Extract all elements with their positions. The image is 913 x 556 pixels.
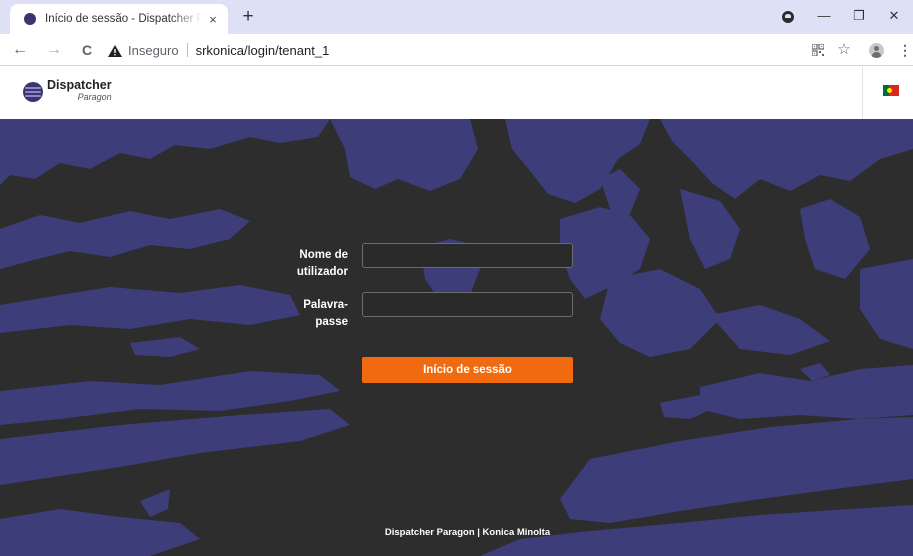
minimize-button[interactable]: —	[814, 6, 834, 26]
password-input[interactable]	[362, 292, 573, 317]
star-icon[interactable]: ☆	[834, 40, 854, 60]
browser-tab[interactable]: Início de sessão - Dispatcher Paragon ×	[10, 4, 228, 34]
login-button[interactable]: Início de sessão	[362, 357, 573, 383]
profile-menu-icon[interactable]	[782, 11, 794, 23]
reload-button[interactable]: C	[77, 40, 97, 60]
login-stage: Nome de utilizador Palavra-passe Início …	[0, 119, 913, 556]
browser-toolbar: ← → C Inseguro srkonica/login/tenant_1 ☆…	[0, 34, 913, 66]
security-label[interactable]: Inseguro	[128, 43, 179, 58]
more-icon[interactable]: ⋮	[898, 40, 912, 60]
address-bar[interactable]: Inseguro srkonica/login/tenant_1	[108, 39, 798, 61]
window-close-button[interactable]: ✕	[884, 6, 904, 26]
background-pattern	[0, 119, 913, 556]
browser-window: Início de sessão - Dispatcher Paragon × …	[0, 0, 913, 556]
profile-icon[interactable]	[869, 43, 884, 58]
dispatcher-paragon-logo[interactable]: Dispatcher Paragon	[23, 78, 112, 103]
app-header: Dispatcher Paragon	[0, 67, 913, 119]
new-tab-button[interactable]: +	[238, 7, 258, 28]
warning-icon	[108, 44, 122, 57]
password-label: Palavra-passe	[303, 299, 348, 328]
favicon-icon	[24, 13, 36, 25]
tab-close-button[interactable]: ×	[206, 12, 220, 27]
logo-subtitle: Paragon	[77, 92, 112, 102]
omnibox-divider	[186, 43, 188, 57]
tab-title: Início de sessão - Dispatcher Paragon	[45, 13, 202, 25]
forward-button[interactable]: →	[44, 40, 64, 60]
username-input[interactable]	[362, 243, 573, 268]
qr-code-icon[interactable]	[808, 40, 828, 60]
logo-icon	[23, 81, 43, 102]
header-divider	[862, 67, 863, 119]
back-button[interactable]: ←	[10, 40, 30, 60]
url-text[interactable]: srkonica/login/tenant_1	[196, 43, 330, 58]
portugal-flag-icon[interactable]	[883, 85, 899, 96]
logo-name: Dispatcher	[47, 78, 112, 92]
tab-strip: Início de sessão - Dispatcher Paragon × …	[0, 0, 913, 34]
maximize-button[interactable]: ❐	[849, 6, 869, 26]
username-label: Nome de utilizador	[296, 249, 348, 278]
footer-text: Dispatcher Paragon | Konica Minolta	[384, 527, 551, 538]
